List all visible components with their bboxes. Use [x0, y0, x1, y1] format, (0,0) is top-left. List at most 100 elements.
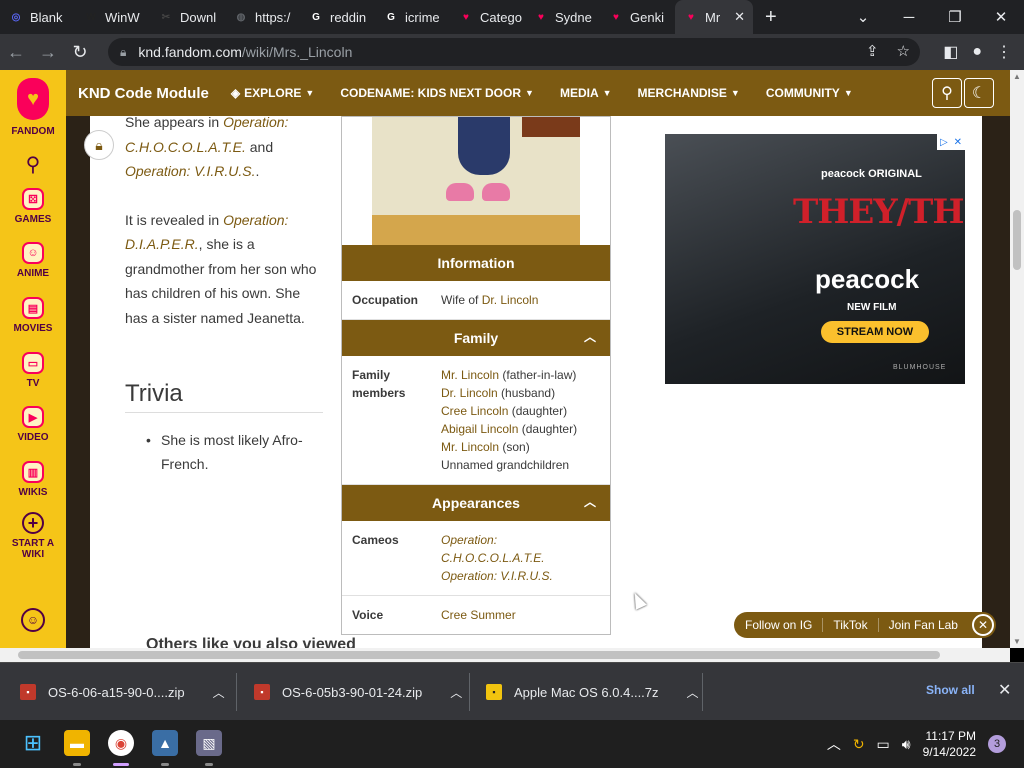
wiki-name[interactable]: KND Code Module	[78, 85, 209, 102]
rail-item-movies[interactable]: ▤ MOVIES	[0, 297, 66, 334]
start-windows-icon[interactable]: ⊞	[20, 730, 46, 756]
download-item[interactable]: ▪ OS-6-05b3-90-01-24.zip ︿	[254, 663, 462, 721]
social-link-tiktok[interactable]: TikTok	[833, 618, 879, 632]
wiki-search-button[interactable]: ⚲	[932, 78, 962, 108]
wiki-menu-merchandise[interactable]: MERCHANDISE ▼	[638, 86, 740, 100]
collapse-chevron-icon[interactable]: ︿	[584, 493, 596, 510]
windows-taskbar: ⊞ ▬ ◉ ▲ ▧ ︿ ↻ ▭ 🔊︎ 11:17 PM 9/14/2022 3	[0, 720, 1024, 768]
fandom-logo[interactable]: ♥ FANDOM	[0, 78, 66, 137]
social-link-follow-on-ig[interactable]: Follow on IG	[745, 618, 824, 632]
rail-item-games[interactable]: ⚄ GAMES	[0, 188, 66, 225]
bookmark-star-icon[interactable]: ☆	[897, 42, 910, 60]
family-member-link[interactable]: Dr. Lincoln	[441, 386, 498, 400]
notification-badge[interactable]: 3	[988, 735, 1006, 753]
browser-tab[interactable]: ✂ Downl	[150, 0, 225, 34]
tray-overflow-chevron-icon[interactable]: ︿	[827, 734, 841, 754]
cameo-link[interactable]: Operation: V.I.R.U.S.	[441, 567, 600, 585]
family-member-link[interactable]: Mr. Lincoln	[441, 368, 499, 382]
browser-tab[interactable]: W WinW	[75, 0, 150, 34]
download-options-chevron-icon[interactable]: ︿	[687, 684, 699, 701]
clock[interactable]: 11:17 PM 9/14/2022	[923, 728, 976, 760]
browser-tab[interactable]: ♥ Mr ✕	[675, 0, 753, 34]
close-window-button[interactable]: ✕	[978, 0, 1024, 34]
family-heading[interactable]: Family ︿	[342, 320, 610, 356]
link-cree-summer[interactable]: Cree Summer	[441, 608, 516, 622]
file-explorer-icon[interactable]: ▬	[64, 730, 90, 756]
wiki-menu-codename-kids-next-door[interactable]: CODENAME: KIDS NEXT DOOR ▼	[340, 86, 534, 100]
vertical-scrollbar[interactable]: ▲ ▼	[1010, 70, 1024, 648]
rail-item-label: MOVIES	[13, 323, 53, 334]
ad-choices[interactable]: ▷ ✕	[937, 134, 965, 150]
cameo-link[interactable]: Operation: C.H.O.C.O.L.A.T.E.	[441, 531, 600, 567]
browser-tab[interactable]: ◍ https:/	[225, 0, 300, 34]
chrome-icon[interactable]: ◉	[108, 730, 134, 756]
link-dr-lincoln[interactable]: Dr. Lincoln	[482, 293, 539, 307]
family-member-link[interactable]: Abigail Lincoln	[441, 422, 518, 436]
reload-button[interactable]: ↻	[64, 42, 96, 63]
url-path: /wiki/Mrs._Lincoln	[241, 44, 353, 60]
photos-icon[interactable]: ▲	[152, 730, 178, 756]
character-image[interactable]	[372, 117, 580, 245]
search-icon[interactable]: ⚲	[21, 152, 45, 176]
new-tab-button[interactable]: +	[765, 6, 777, 29]
menu-icon[interactable]: ⋮	[996, 42, 1012, 62]
family-member: Mr. Lincoln (father-in-law)	[441, 366, 577, 384]
wiki-menu-community[interactable]: COMMUNITY ▼	[766, 86, 853, 100]
rail-item-tv[interactable]: ▭ TV	[0, 352, 66, 389]
collapse-chevron-icon[interactable]: ︿	[584, 328, 596, 345]
tab-title: icrime	[405, 9, 440, 25]
tab-search-icon[interactable]: ⌄	[840, 0, 886, 34]
forward-button[interactable]: →	[32, 42, 64, 63]
lock-icon[interactable]: 🔒︎	[84, 130, 114, 160]
link-operation-virus[interactable]: Operation: V.I.R.U.S.	[125, 163, 255, 179]
ad-stream-now-button[interactable]: STREAM NOW	[821, 321, 929, 343]
side-panel-icon[interactable]: ◧	[943, 42, 958, 62]
address-bar[interactable]: 🔒︎ knd.fandom.com /wiki/Mrs._Lincoln ⇪ ☆	[108, 38, 920, 66]
theme-toggle-button[interactable]: ☾	[964, 78, 994, 108]
start-a-wiki-button[interactable]: + START A WIKI	[0, 512, 66, 560]
browser-tab[interactable]: ♥ Sydne	[525, 0, 600, 34]
download-options-chevron-icon[interactable]: ︿	[450, 684, 462, 701]
close-social-bar-icon[interactable]: ✕	[971, 614, 994, 636]
family-member-link[interactable]: Mr. Lincoln	[441, 440, 499, 454]
back-button[interactable]: ←	[0, 42, 32, 63]
download-item[interactable]: ▪ Apple Mac OS 6.0.4....7z ︿	[486, 663, 699, 721]
scrollbar-thumb[interactable]	[1013, 210, 1021, 270]
download-options-chevron-icon[interactable]: ︿	[213, 684, 225, 701]
rail-item-anime[interactable]: ☺ ANIME	[0, 242, 66, 279]
browser-tab[interactable]: ♥ Genki	[600, 0, 675, 34]
close-tab-icon[interactable]: ✕	[734, 9, 745, 25]
horizontal-scrollbar[interactable]	[0, 648, 1010, 662]
volume-icon[interactable]: 🔊︎	[902, 736, 911, 753]
wiki-menu-explore[interactable]: ◈ EXPLORE ▼	[231, 86, 315, 100]
ad-close-icon[interactable]: ✕	[954, 137, 962, 148]
rail-item-wikis[interactable]: ▥ WIKIS	[0, 461, 66, 498]
share-icon[interactable]: ⇪	[866, 42, 879, 60]
minimize-button[interactable]: ─	[886, 0, 932, 34]
download-item[interactable]: ▪ OS-6-06-a15-90-0....zip ︿	[20, 663, 225, 721]
user-avatar-icon[interactable]: ☺	[21, 608, 45, 632]
app-icon[interactable]: ▧	[196, 730, 222, 756]
appearances-heading[interactable]: Appearances ︿	[342, 485, 610, 521]
scroll-up-arrow-icon[interactable]: ▲	[1010, 72, 1024, 81]
sync-icon[interactable]: ↻	[853, 736, 865, 753]
profile-icon[interactable]: ●	[972, 43, 982, 61]
maximize-button[interactable]: ❐	[932, 0, 978, 34]
wiki-menu-media[interactable]: MEDIA ▼	[560, 86, 612, 100]
occupation-value: Wife of Dr. Lincoln	[441, 291, 538, 309]
rail-item-video[interactable]: ▶ VIDEO	[0, 406, 66, 443]
scroll-down-arrow-icon[interactable]: ▼	[1010, 637, 1024, 646]
advertisement[interactable]: peacock ORIGINAL THEY/THEM peacock NEW F…	[665, 134, 965, 384]
browser-tab[interactable]: Greddin	[300, 0, 375, 34]
scrollbar-thumb[interactable]	[18, 651, 940, 659]
browser-tab[interactable]: Gicrime	[375, 0, 450, 34]
social-link-join-fan-lab[interactable]: Join Fan Lab	[889, 618, 968, 632]
adchoices-icon[interactable]: ▷	[940, 137, 948, 148]
browser-tab[interactable]: ♥ Catego	[450, 0, 525, 34]
cameos-list: Operation: C.H.O.C.O.L.A.T.E. Operation: …	[441, 531, 600, 585]
close-downloads-icon[interactable]: ✕	[998, 680, 1011, 700]
browser-tab[interactable]: ◎ Blank	[0, 0, 75, 34]
network-icon[interactable]: ▭	[877, 736, 890, 753]
show-all-button[interactable]: Show all	[926, 683, 975, 697]
family-member-link[interactable]: Cree Lincoln	[441, 404, 508, 418]
